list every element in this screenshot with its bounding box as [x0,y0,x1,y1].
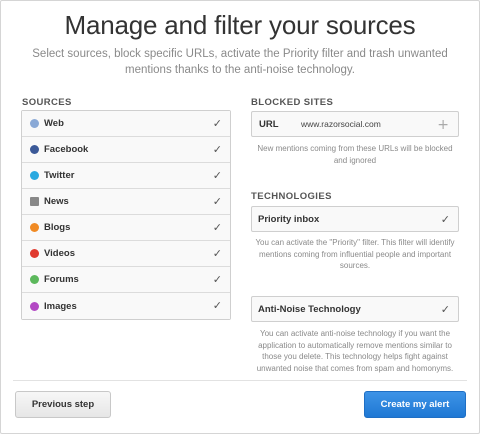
video-play-icon [30,249,39,258]
newspaper-icon [30,197,39,206]
source-item-twitter[interactable]: Twitter ✓ [22,163,230,189]
checkmark-icon: ✓ [212,117,222,130]
url-field-value[interactable]: www.razorsocial.com [301,119,381,129]
priority-inbox-label: Priority inbox [258,213,320,225]
priority-inbox-toggle[interactable]: Priority inbox ✓ [251,206,459,232]
checkmark-icon: ✓ [212,221,222,234]
checkmark-icon: ✓ [212,143,222,156]
checkmark-icon: ✓ [212,273,222,286]
source-label: Twitter [44,170,75,181]
priority-inbox-helper: You can activate the "Priority" filter. … [255,238,455,270]
camera-icon [30,301,39,311]
sources-section-label: SOURCES [22,97,72,108]
source-label: Images [44,300,77,312]
source-label: Blogs [44,222,71,233]
source-label: News [44,196,69,207]
source-item-blogs[interactable]: Blogs ✓ [22,215,230,241]
checkmark-icon: ✓ [212,299,222,312]
checkmark-icon: ✓ [212,247,222,260]
forum-chat-icon [30,275,39,284]
globe-icon [30,119,39,128]
anti-noise-helper: You can activate anti-noise technology i… [256,329,454,373]
blocked-sites-helper: New mentions coming from these URLs will… [257,144,453,165]
add-icon[interactable]: + [437,117,449,133]
create-alert-button[interactable]: Create my alert [364,391,466,418]
source-label: Web [44,118,64,129]
source-label: Facebook [44,144,89,155]
checkmark-icon: ✓ [440,303,450,316]
source-item-news[interactable]: News ✓ [22,189,230,215]
source-item-forums[interactable]: Forums ✓ [22,267,230,293]
previous-step-button[interactable]: Previous step [15,391,111,418]
checkmark-icon: ✓ [212,195,222,208]
url-field-label: URL [259,118,279,130]
anti-noise-label: Anti-Noise Technology [258,303,361,315]
blog-rss-icon [30,223,39,232]
twitter-icon [30,171,39,180]
source-label: Videos [44,248,75,259]
page-title: Manage and filter your sources [64,10,416,40]
sources-list: Web ✓ Facebook ✓ Twitter ✓ News ✓ Blogs … [21,110,231,320]
anti-noise-toggle[interactable]: Anti-Noise Technology ✓ [251,296,459,322]
page-subtitle: Select sources, block specific URLs, act… [32,48,448,76]
source-item-videos[interactable]: Videos ✓ [22,241,230,267]
blocked-sites-section-label: BLOCKED SITES [251,97,334,108]
source-item-facebook[interactable]: Facebook ✓ [22,137,230,163]
source-item-web[interactable]: Web ✓ [22,111,230,137]
source-item-images[interactable]: Images ✓ [22,293,230,319]
source-label: Forums [44,274,79,285]
checkmark-icon: ✓ [440,213,450,226]
checkmark-icon: ✓ [212,169,222,182]
blocked-url-field[interactable]: URL www.razorsocial.com + [251,111,459,137]
facebook-icon [30,145,39,154]
footer-divider [13,380,467,381]
technologies-section-label: TECHNOLOGIES [251,191,332,202]
